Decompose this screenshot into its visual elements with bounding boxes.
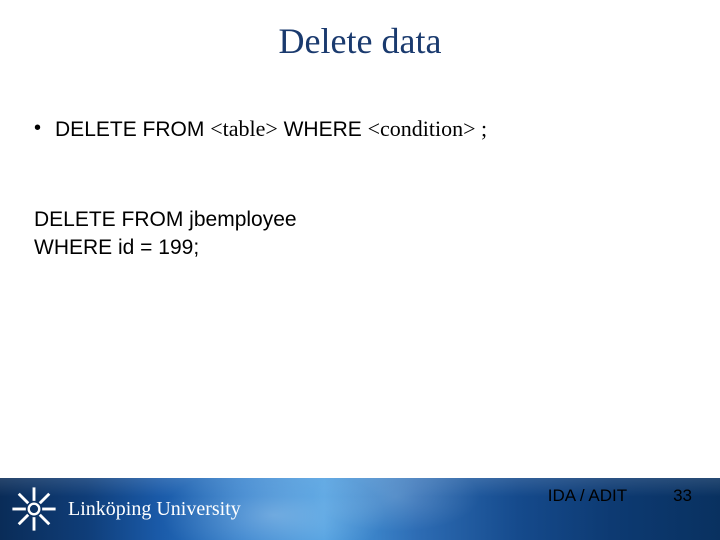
sql-where: WHERE (278, 118, 368, 141)
sql-table-placeholder: <table> (210, 116, 278, 141)
footer-meta: IDA / ADIT 33 (548, 478, 692, 540)
page-number: 33 (673, 486, 692, 506)
footer-brand: Linköping University (0, 478, 241, 540)
university-seal-icon (10, 485, 58, 533)
bullet-text: DELETE FROM <table> WHERE <condition> ; (55, 115, 487, 144)
bullet-item: • DELETE FROM <table> WHERE <condition> … (34, 115, 686, 144)
slide-footer: Linköping University IDA / ADIT 33 (0, 478, 720, 540)
example-line-1: DELETE FROM jbemployee (34, 206, 686, 234)
sql-example: DELETE FROM jbemployee WHERE id = 199; (34, 206, 686, 263)
example-line-2: WHERE id = 199; (34, 234, 686, 262)
sql-condition-placeholder: <condition> (368, 116, 476, 141)
slide: Delete data • DELETE FROM <table> WHERE … (0, 0, 720, 540)
bullet-marker: • (34, 115, 41, 141)
slide-title: Delete data (0, 0, 720, 62)
sql-delete-from: DELETE FROM (55, 118, 210, 141)
university-name: Linköping University (68, 498, 241, 521)
department-label: IDA / ADIT (548, 486, 627, 506)
sql-terminator: ; (476, 116, 488, 141)
slide-content: • DELETE FROM <table> WHERE <condition> … (34, 115, 686, 262)
